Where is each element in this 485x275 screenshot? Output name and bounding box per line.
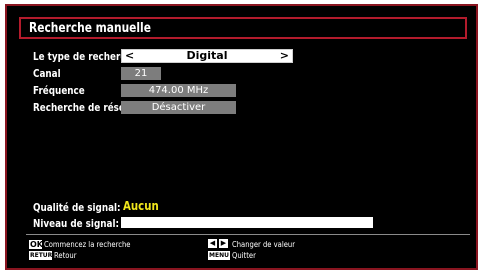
frequency-field[interactable]: 474.00 MHz — [121, 84, 236, 97]
ok-key-icon: OK — [29, 240, 43, 249]
help-divider — [26, 234, 470, 235]
search-type-value: Digital — [186, 49, 228, 62]
chevron-right-icon[interactable]: > — [280, 50, 289, 62]
dialog-title: Recherche manuelle — [29, 21, 151, 36]
menu-hint: Quitter — [232, 251, 256, 260]
channel-field[interactable]: 21 — [121, 67, 161, 80]
back-hint: Retour — [54, 251, 77, 260]
title-bar: Recherche manuelle — [19, 17, 467, 39]
signal-quality-value: Aucun — [123, 199, 159, 213]
signal-level-label: Niveau de signal: — [33, 217, 119, 230]
signal-quality-label: Qualité de signal: — [33, 201, 121, 214]
signal-level-bar — [121, 217, 373, 228]
network-search-field[interactable]: Désactiver — [121, 101, 236, 114]
ok-hint: Commencez la recherche — [44, 240, 131, 249]
change-value-hint: Changer de valeur — [232, 240, 296, 249]
arrow-left-key-icon: ◀ — [208, 239, 217, 248]
search-type-selector[interactable]: < Digital > — [121, 49, 293, 63]
return-key-icon: RETURN — [29, 251, 58, 260]
frequency-label: Fréquence — [33, 84, 85, 97]
menu-key-icon: MENU — [208, 251, 230, 260]
channel-label: Canal — [33, 67, 61, 80]
dialog-frame — [5, 4, 478, 270]
arrow-right-key-icon: ▶ — [219, 239, 228, 248]
